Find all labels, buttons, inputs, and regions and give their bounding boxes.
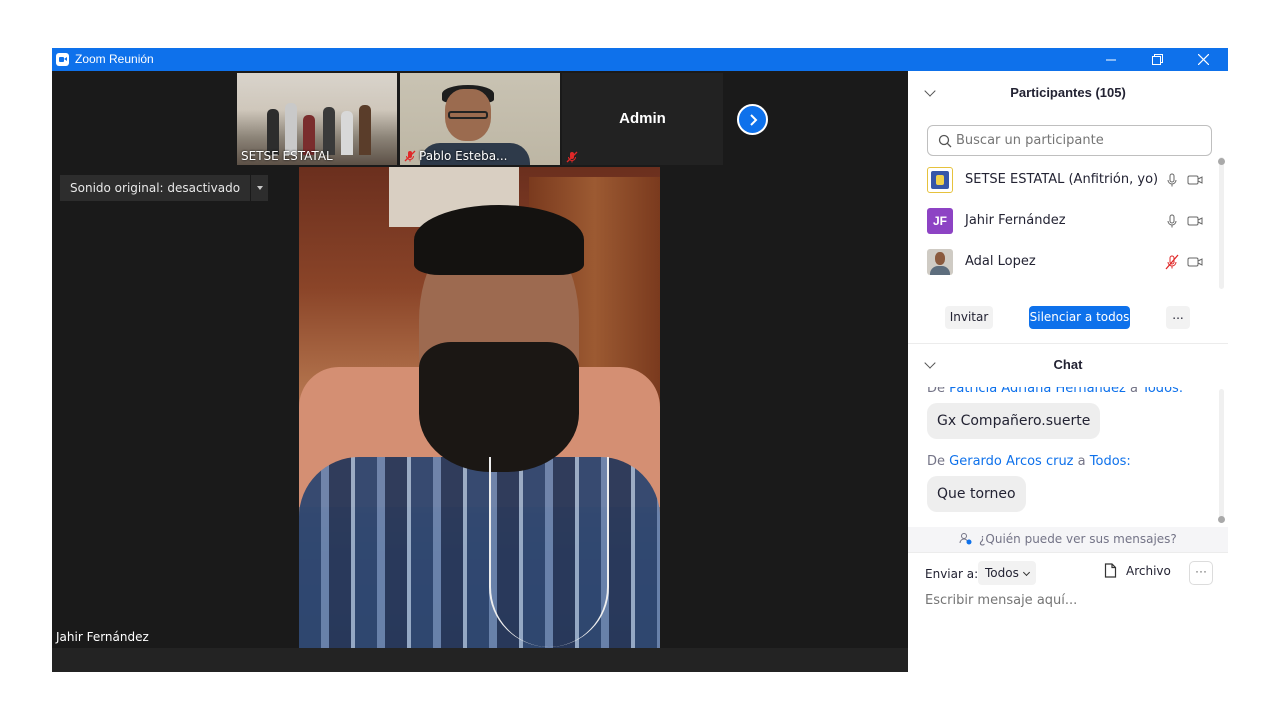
search-icon [938,134,952,147]
chat-header: Chat [908,343,1228,387]
original-sound-label[interactable]: Sonido original: desactivado [60,175,251,201]
who-can-see-messages[interactable]: ¿Quién puede ver sus mensajes? [908,527,1228,552]
mic-icon[interactable] [1164,213,1180,229]
participant-list: SETSE ESTATAL (Anfitrión, yo) JF Jahir F… [908,159,1218,289]
search-input[interactable] [956,133,1196,148]
from-prefix: De [927,387,946,396]
divider [908,552,1228,553]
video-camera-icon[interactable] [1187,254,1203,270]
participant-row[interactable]: SETSE ESTATAL (Anfitrión, yo) [908,159,1218,200]
from-prefix: De [927,454,946,469]
thumbnail-name: Admin [619,110,666,127]
recipient-name[interactable]: Todos: [1090,454,1131,469]
next-page-button[interactable] [737,104,768,135]
side-panel: Participantes (105) SETSE ESTATAL (Anfit… [908,71,1228,672]
scroll-down-arrow[interactable] [1218,516,1225,523]
to-prefix: a [1077,454,1086,469]
group-photo [267,95,377,155]
participant-thumbnail[interactable]: SETSE ESTATAL [237,73,397,165]
avatar [927,249,953,275]
mic-muted-icon[interactable] [1164,254,1180,270]
original-sound-toggle[interactable]: Sonido original: desactivado [60,175,269,201]
recipient-name[interactable]: Todos: [1142,387,1183,396]
mic-icon[interactable] [1164,172,1180,188]
file-label[interactable]: Archivo [1126,564,1171,578]
zoom-logo-icon [56,53,69,66]
send-to-select[interactable]: Todos [978,561,1036,585]
invite-button[interactable]: Invitar [945,306,993,329]
minimize-button[interactable] [1088,48,1134,71]
participant-scrollbar[interactable] [1219,157,1224,289]
minimize-icon [1106,59,1116,60]
chat-message-input[interactable] [925,593,1215,608]
mute-all-button[interactable]: Silenciar a todos [1029,306,1130,329]
thumbnail-label: SETSE ESTATAL [241,149,333,163]
participant-search[interactable] [927,125,1212,156]
participants-header: Participantes (105) [908,71,1228,115]
sender-name[interactable]: Gerardo Arcos cruz [949,454,1073,469]
active-speaker-video [299,167,660,648]
chevron-down-icon[interactable] [251,175,269,201]
participant-row[interactable]: JF Jahir Fernández [908,200,1218,241]
video-camera-icon[interactable] [1187,213,1203,229]
user-info-icon [959,533,972,545]
window-title: Zoom Reunión [75,52,154,66]
chat-bubble: Gx Compañero.suerte [927,403,1101,439]
close-button[interactable] [1180,48,1226,71]
chat-title: Chat [1053,357,1083,372]
to-prefix: a [1130,387,1138,396]
chat-bubble: Que torneo [927,476,1026,512]
thumbnail-name: SETSE ESTATAL [241,149,333,163]
avatar [927,167,953,193]
video-area: SETSE ESTATAL Pablo Esteba... Admin Soni… [52,71,908,672]
close-icon [1197,54,1209,65]
participant-thumbnail[interactable]: Pablo Esteba... [400,73,560,165]
restore-button[interactable] [1134,48,1180,71]
who-can-see-label[interactable]: ¿Quién puede ver sus mensajes? [979,532,1177,546]
thumbnail-name: Pablo Esteba... [419,149,508,163]
mic-muted-icon [404,150,416,162]
active-speaker-name: Jahir Fernández [52,628,153,646]
video-camera-icon[interactable] [1187,172,1203,188]
participant-name: Adal Lopez [965,254,1036,269]
scroll-up-arrow[interactable] [1218,158,1225,165]
chat-more-button[interactable]: ··· [1189,561,1213,585]
chat-message-header: De Gerardo Arcos cruz a Todos: [927,454,1131,469]
participant-row[interactable]: Adal Lopez [908,241,1218,282]
participants-title: Participantes (105) [1010,85,1126,100]
send-to-value: Todos [985,566,1019,580]
chat-message-header: De Patricia Adriana Hernández a Todos: [927,387,1183,396]
thumbnail-label: Pablo Esteba... [404,149,508,163]
restore-icon [1151,54,1163,65]
file-icon [1104,563,1117,578]
thumbnail-label [566,151,578,163]
participant-thumbnail[interactable]: Admin [562,73,723,165]
avatar: JF [927,208,953,234]
chevron-right-icon [749,113,757,126]
meeting-controls-bar [52,648,908,672]
chevron-down-icon [1022,568,1030,577]
mic-muted-icon [566,151,578,163]
participant-name: SETSE ESTATAL (Anfitrión, yo) [965,172,1159,187]
file-button[interactable]: Archivo [1104,563,1171,578]
chat-messages: De Patricia Adriana Hernández a Todos: G… [908,387,1218,525]
zoom-window: Zoom Reunión SETSE ESTATAL Pablo Esteba.… [52,48,1228,672]
participants-more-button[interactable]: ... [1166,306,1190,329]
chat-scrollbar[interactable] [1219,389,1224,523]
participant-name: Jahir Fernández [965,213,1066,228]
title-bar: Zoom Reunión [52,48,1228,71]
sender-name[interactable]: Patricia Adriana Hernández [949,387,1126,396]
send-to-label: Enviar a: [925,567,979,581]
